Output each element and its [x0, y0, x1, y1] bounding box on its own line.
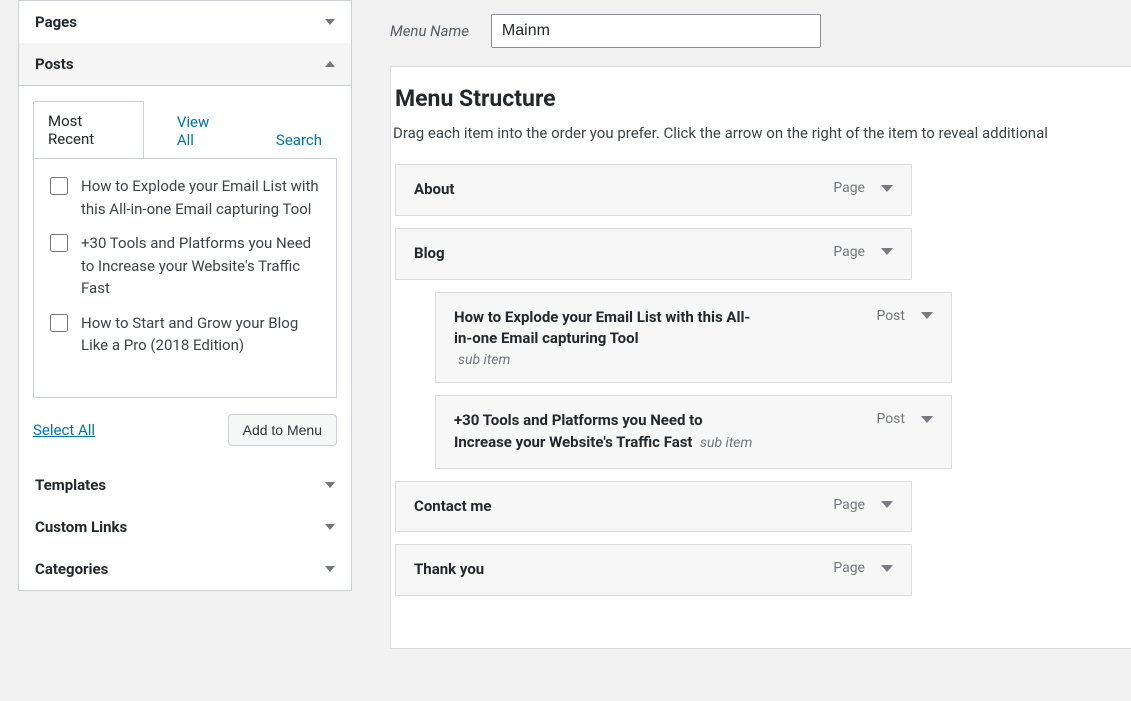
menu-item-title: About: [414, 180, 454, 198]
menu-item-title: How to Explode your Email List with this…: [454, 308, 750, 348]
post-checkbox[interactable]: [50, 234, 68, 252]
accordion-container: Pages Posts Most Recent View All Search …: [18, 0, 352, 591]
chevron-down-icon[interactable]: [881, 501, 893, 508]
menu-item-subnote: sub item: [700, 435, 752, 451]
accordion-pages[interactable]: Pages: [19, 1, 351, 43]
post-label: +30 Tools and Platforms you Need to Incr…: [81, 232, 324, 300]
accordion-custom-links-title: Custom Links: [35, 518, 127, 536]
posts-panel: Most Recent View All Search How to Explo…: [19, 85, 351, 464]
chevron-down-icon: [325, 566, 335, 572]
menu-item-type: Page: [833, 497, 865, 513]
menu-name-row: Menu Name: [390, 0, 1131, 66]
chevron-down-icon: [325, 482, 335, 488]
tab-most-recent[interactable]: Most Recent: [33, 101, 144, 159]
chevron-up-icon: [325, 61, 335, 67]
menu-item-title: +30 Tools and Platforms you Need to Incr…: [454, 411, 703, 451]
menu-items-list: About Page Blog Page: [393, 164, 1121, 596]
select-all-link[interactable]: Select All: [33, 421, 95, 439]
menu-item-type: Post: [876, 411, 905, 427]
menu-structure-heading: Menu Structure: [393, 85, 1121, 112]
add-items-sidebar: Pages Posts Most Recent View All Search …: [0, 0, 360, 701]
chevron-down-icon[interactable]: [881, 565, 893, 572]
accordion-categories[interactable]: Categories: [19, 548, 351, 590]
post-checkbox[interactable]: [50, 314, 68, 332]
menu-item-type: Page: [833, 560, 865, 576]
menu-item-sub[interactable]: How to Explode your Email List with this…: [435, 292, 952, 384]
menu-editor: Menu Name Menu Structure Drag each item …: [360, 0, 1131, 701]
menu-item-type: Page: [833, 244, 865, 260]
menu-item-type: Post: [876, 308, 905, 324]
post-label: How to Explode your Email List with this…: [81, 175, 324, 220]
accordion-templates[interactable]: Templates: [19, 464, 351, 506]
chevron-down-icon: [325, 524, 335, 530]
post-checkbox-item[interactable]: How to Start and Grow your Blog Like a P…: [46, 306, 324, 363]
posts-tabs: Most Recent View All Search: [33, 100, 337, 158]
menu-name-label: Menu Name: [390, 22, 469, 40]
chevron-down-icon[interactable]: [921, 312, 933, 319]
post-label: How to Start and Grow your Blog Like a P…: [81, 312, 324, 357]
menu-item[interactable]: Blog Page: [395, 228, 912, 280]
add-to-menu-button[interactable]: Add to Menu: [228, 414, 337, 446]
post-checkbox-item[interactable]: How to Explode your Email List with this…: [46, 169, 324, 226]
menu-item-type: Page: [833, 180, 865, 196]
menu-item-title: Thank you: [414, 560, 484, 578]
posts-list[interactable]: How to Explode your Email List with this…: [33, 158, 337, 398]
post-checkbox[interactable]: [50, 177, 68, 195]
post-checkbox-item[interactable]: +30 Tools and Platforms you Need to Incr…: [46, 226, 324, 306]
accordion-posts-title: Posts: [35, 55, 74, 73]
accordion-templates-title: Templates: [35, 476, 106, 494]
menu-item[interactable]: About Page: [395, 164, 912, 216]
accordion-posts[interactable]: Posts: [19, 43, 351, 85]
menu-item-sub[interactable]: +30 Tools and Platforms you Need to Incr…: [435, 395, 952, 469]
accordion-pages-title: Pages: [35, 13, 77, 31]
menu-structure-panel: Menu Structure Drag each item into the o…: [390, 66, 1131, 649]
accordion-categories-title: Categories: [35, 560, 108, 578]
menu-name-input[interactable]: [491, 14, 821, 48]
chevron-down-icon[interactable]: [921, 416, 933, 423]
menu-item-title: Contact me: [414, 497, 492, 515]
posts-panel-footer: Select All Add to Menu: [33, 398, 337, 448]
chevron-down-icon: [325, 19, 335, 25]
menu-item-subnote: sub item: [458, 352, 754, 368]
menu-item-title: Blog: [414, 244, 445, 262]
chevron-down-icon[interactable]: [881, 248, 893, 255]
menu-item[interactable]: Contact me Page: [395, 481, 912, 533]
menu-item[interactable]: Thank you Page: [395, 544, 912, 596]
chevron-down-icon[interactable]: [881, 185, 893, 192]
tab-view-all[interactable]: View All: [162, 102, 243, 159]
accordion-custom-links[interactable]: Custom Links: [19, 506, 351, 548]
menu-structure-desc: Drag each item into the order you prefer…: [393, 124, 1121, 142]
tab-search[interactable]: Search: [261, 120, 337, 159]
